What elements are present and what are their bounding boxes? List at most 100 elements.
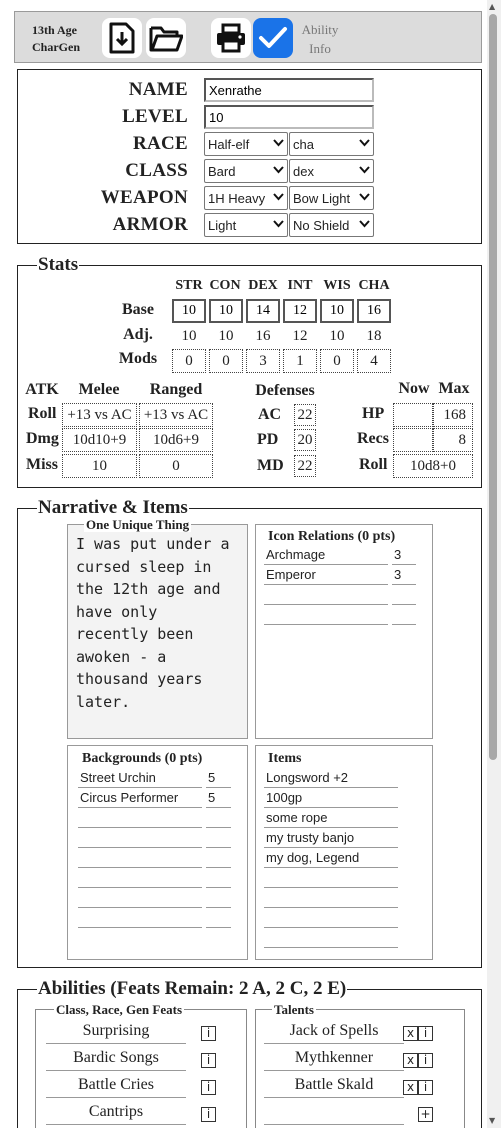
download-button[interactable] [102, 18, 142, 58]
remove-button[interactable]: x [403, 1026, 418, 1041]
item-input[interactable]: some rope [264, 808, 398, 828]
background-pts-input[interactable] [206, 908, 231, 928]
item-input[interactable]: my dog, Legend [264, 848, 398, 868]
race-select[interactable]: Half-elf [204, 132, 288, 156]
background-pts-input[interactable] [206, 888, 231, 908]
item-input[interactable] [264, 888, 398, 908]
background-pts-input[interactable]: 5 [206, 788, 231, 808]
feat-battle-cries[interactable]: Battle Cries [46, 1074, 186, 1098]
print-button[interactable] [211, 18, 251, 58]
scroll-down-arrow-icon[interactable]: ▼ [489, 1116, 495, 1125]
roll-label: Roll [28, 405, 57, 422]
armor-select[interactable]: Light [204, 213, 288, 237]
background-name-input[interactable] [78, 828, 202, 848]
abilities-legend: Abilities (Feats Remain: 2 A, 2 C, 2 E) [37, 978, 348, 1000]
background-pts-input[interactable] [206, 808, 231, 828]
background-pts-input[interactable] [206, 848, 231, 868]
feats-legend: Class, Race, Gen Feats [54, 1002, 185, 1017]
background-pts-input[interactable] [206, 828, 231, 848]
talent-jack-of-spells[interactable]: Jack of Spells [264, 1020, 404, 1044]
icon-pts-input[interactable] [392, 585, 416, 605]
base-wis-input[interactable] [320, 299, 354, 323]
background-pts-input[interactable] [206, 868, 231, 888]
scrollbar-thumb[interactable] [489, 14, 497, 760]
talent-empty-slot[interactable] [264, 1101, 404, 1125]
stat-header: CON [209, 278, 241, 293]
icon-relations: Icon Relations (0 pts) Archmage 3 Empero… [255, 524, 433, 739]
max-header: Max [438, 380, 470, 397]
talent-mythkenner[interactable]: Mythkenner [264, 1047, 404, 1071]
recs-label: Recs [357, 430, 389, 447]
ac-value: 22 [294, 404, 316, 426]
mod-con: 0 [209, 349, 243, 373]
app-title: 13th Age CharGen [32, 23, 80, 54]
md-label: MD [257, 457, 284, 474]
add-talent-button[interactable]: + [418, 1107, 433, 1122]
talent-battle-skald[interactable]: Battle Skald [264, 1074, 404, 1098]
race-bonus-select[interactable]: cha [289, 132, 374, 156]
feat-bardic-songs[interactable]: Bardic Songs [46, 1047, 186, 1071]
recs-now-input[interactable] [393, 428, 433, 452]
icon-pts-input[interactable]: 3 [392, 565, 416, 585]
chevron-down-icon [359, 193, 370, 201]
icon-name-input[interactable] [264, 605, 388, 625]
info-button[interactable]: i [201, 1053, 216, 1068]
ranged-header: Ranged [149, 381, 203, 398]
item-input[interactable] [264, 928, 398, 948]
mod-cha: 4 [357, 349, 391, 373]
info-button[interactable]: i [201, 1107, 216, 1122]
class-select[interactable]: Bard [204, 159, 288, 183]
item-input[interactable] [264, 908, 398, 928]
unique-textarea[interactable]: I was put under a cursed sleep in the 12… [76, 533, 238, 713]
background-pts-input[interactable]: 5 [206, 768, 231, 788]
feat-surprising[interactable]: Surprising [46, 1020, 186, 1044]
remove-button[interactable]: x [403, 1080, 418, 1095]
weapon-ranged-select[interactable]: Bow Light [289, 186, 374, 210]
icon-name-input[interactable]: Archmage [264, 545, 388, 565]
info-button[interactable]: i [418, 1053, 433, 1068]
adj-label: Adj. [123, 326, 153, 343]
base-int-input[interactable] [283, 299, 317, 323]
item-input[interactable] [264, 868, 398, 888]
weapon-melee-select[interactable]: 1H Heavy [204, 186, 288, 210]
base-cha-input[interactable] [357, 299, 391, 323]
background-name-input[interactable]: Street Urchin [78, 768, 202, 788]
backgrounds-header: Backgrounds (0 pts) [82, 751, 203, 766]
info-button[interactable]: i [418, 1080, 433, 1095]
icon-name-input[interactable] [264, 585, 388, 605]
item-input[interactable]: 100gp [264, 788, 398, 808]
stats-legend: Stats [37, 254, 80, 276]
base-dex-input[interactable] [246, 299, 280, 323]
icon-pts-input[interactable]: 3 [392, 545, 416, 565]
remove-button[interactable]: x [403, 1053, 418, 1068]
icon-pts-input[interactable] [392, 605, 416, 625]
shield-select[interactable]: No Shield [289, 213, 374, 237]
background-name-input[interactable] [78, 908, 202, 928]
item-input[interactable]: my trusty banjo [264, 828, 398, 848]
background-name-input[interactable] [78, 868, 202, 888]
item-input[interactable]: Longsword +2 [264, 768, 398, 788]
chevron-down-icon [359, 220, 370, 228]
base-con-input[interactable] [209, 299, 243, 323]
info-button[interactable]: i [418, 1026, 433, 1041]
name-label: NAME [128, 79, 188, 100]
stat-header: WIS [323, 278, 351, 293]
character-panel: NAME LEVEL RACE Half-elf cha CLASS Bard … [17, 69, 482, 244]
icon-name-input[interactable]: Emperor [264, 565, 388, 585]
background-name-input[interactable]: Circus Performer [78, 788, 202, 808]
base-str-input[interactable] [172, 299, 206, 323]
background-name-input[interactable] [78, 808, 202, 828]
hp-now-input[interactable] [393, 403, 433, 427]
info-button[interactable]: i [201, 1026, 216, 1041]
open-folder-button[interactable] [146, 18, 186, 58]
scroll-up-arrow-icon[interactable]: ▲ [489, 2, 495, 11]
background-name-input[interactable] [78, 848, 202, 868]
info-button[interactable]: i [201, 1080, 216, 1095]
ability-info-toggle[interactable] [253, 18, 293, 58]
feat-cantrips[interactable]: Cantrips [46, 1101, 186, 1125]
level-input[interactable] [204, 105, 374, 129]
class-bonus-select[interactable]: dex [289, 159, 374, 183]
background-name-input[interactable] [78, 888, 202, 908]
name-input[interactable] [204, 78, 374, 102]
recovery-roll: 10d8+0 [393, 454, 473, 478]
